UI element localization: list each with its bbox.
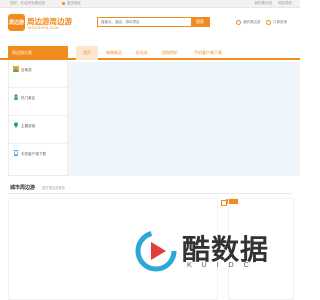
sidebar-item-label: 自助游 — [21, 68, 32, 72]
nav-item-home[interactable]: 首页 — [76, 46, 98, 60]
sidebar-item-label: 主题游客 — [21, 124, 36, 128]
sidebar-item-label: 手机客户端下载 — [21, 152, 47, 156]
location-pin-icon — [62, 1, 65, 5]
search-box: 搜索 — [97, 17, 210, 27]
section-divider — [8, 193, 292, 194]
sidebar-item-selfguided[interactable]: 自助游 — [9, 60, 67, 88]
top-links: 我的周边游 网站导航 — [250, 1, 292, 6]
watermark-subtext: KUIDC — [187, 262, 259, 269]
section-subtitle: 重庆周边游推荐 — [42, 186, 66, 190]
top-link-nav[interactable]: 网站导航 — [278, 1, 292, 5]
nav-item-new[interactable]: 每周新品 — [100, 46, 128, 60]
location-label: 重庆地区 — [66, 1, 81, 5]
search-input[interactable] — [98, 18, 193, 26]
my-account-label: 我的周边游 — [243, 20, 261, 24]
user-icon — [236, 20, 241, 25]
sidebar-item-app[interactable]: 手机客户端下载 — [9, 144, 67, 172]
nav-item-app[interactable]: 手机客户端下载 — [188, 46, 228, 60]
hero-banner[interactable] — [68, 62, 300, 176]
sidebar-item-hotspots[interactable]: 热门景区 — [9, 88, 67, 116]
site-subtitle: TAOCHUPA.COM — [27, 26, 59, 30]
welcome-text: 您好，欢迎来到周边游 — [10, 1, 45, 5]
top-bar: 您好，欢迎来到周边游 重庆地区 我的周边游 网站导航 — [0, 0, 300, 8]
top-link-my[interactable]: 我的周边游 — [255, 1, 273, 5]
section-title: 城市周边游 — [10, 185, 36, 191]
play-logo-icon — [135, 230, 177, 272]
landscape-icon — [13, 66, 19, 72]
sidebar-item-themes[interactable]: 主题游客 — [9, 116, 67, 144]
my-account-button[interactable]: 我的周边游 — [236, 18, 261, 27]
category-sidebar: 自助游 热门景区 主题游客 手机客户端下载 — [8, 60, 68, 176]
category-header[interactable]: 周边游分类 — [8, 46, 68, 60]
sidebar-item-label: 热门景区 — [21, 96, 36, 100]
order-icon — [266, 20, 271, 25]
order-query-label: 订单查询 — [273, 20, 287, 24]
phone-icon — [14, 150, 18, 156]
nav-item-groupbuy[interactable]: 团购特价 — [156, 46, 184, 60]
person-icon — [14, 94, 18, 100]
logo-badge[interactable]: 周边游 — [8, 14, 25, 31]
search-button[interactable]: 搜索 — [191, 18, 209, 26]
order-query-button[interactable]: 订单查询 — [266, 18, 287, 27]
mini-tab-box[interactable] — [221, 200, 227, 206]
location-icon — [14, 122, 18, 128]
location-selector[interactable]: 重庆地区 — [62, 1, 81, 6]
nav-item-places[interactable]: 好去处 — [130, 46, 154, 60]
